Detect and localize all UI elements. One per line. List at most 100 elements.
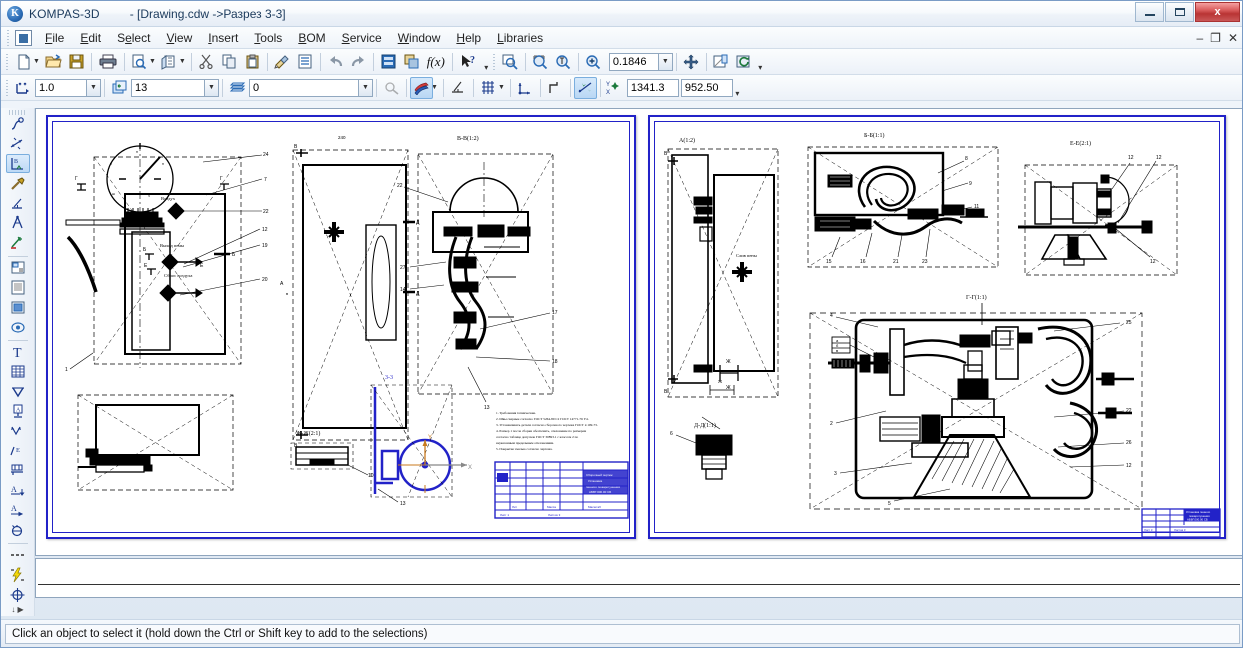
leader-tool[interactable] <box>6 422 30 441</box>
redraw-button[interactable] <box>710 51 733 73</box>
zoom-actual-button[interactable] <box>552 51 575 73</box>
lightning-tool[interactable] <box>6 565 30 584</box>
drawing-sheet-left[interactable]: н п п ш ч Воздух Выход пены Сброс воздух… <box>46 115 636 539</box>
designations-tool[interactable]: B <box>5 154 30 174</box>
pan-button[interactable] <box>680 51 703 73</box>
surface-marker-tool[interactable]: E <box>6 442 30 461</box>
line-style-input[interactable]: 0 <box>249 78 359 97</box>
spec-object-tool[interactable] <box>6 318 30 337</box>
restrictions-button[interactable] <box>380 77 403 99</box>
parametric-tool[interactable] <box>6 194 30 213</box>
minimize-button[interactable] <box>1135 2 1164 22</box>
line-style-button[interactable] <box>226 77 249 99</box>
model-tree-button[interactable] <box>400 51 423 73</box>
axis-center-tool[interactable] <box>6 585 30 604</box>
toolbar-overflow-button[interactable]: ▾ <box>482 52 491 72</box>
scale-dropdown[interactable]: ▼ <box>87 78 101 97</box>
measure-tool[interactable] <box>6 214 30 233</box>
svg-text:Слив пены: Слив пены <box>736 253 757 258</box>
weld-seam-tool[interactable] <box>6 521 30 540</box>
menu-gripper[interactable] <box>5 29 11 46</box>
library-manager-button[interactable] <box>377 51 400 73</box>
menu-insert[interactable]: Insert <box>200 28 246 48</box>
mdi-restore-button[interactable]: ❐ <box>1210 31 1221 45</box>
page-setup-button[interactable] <box>158 51 181 73</box>
view-toolbar-overflow-button[interactable]: ▾ <box>756 52 765 72</box>
mdi-close-button[interactable]: ✕ <box>1228 31 1238 45</box>
drawing-canvas[interactable]: н п п ш ч Воздух Выход пены Сброс воздух… <box>35 108 1242 556</box>
local-cs-button[interactable] <box>514 77 537 99</box>
menu-edit[interactable]: Edit <box>72 28 109 48</box>
line-style-dropdown[interactable]: ▼ <box>359 78 373 97</box>
menu-bom[interactable]: BOM <box>290 28 333 48</box>
current-state-overflow-button[interactable]: ▾ <box>733 78 742 98</box>
step-button[interactable] <box>544 77 567 99</box>
cursor-coordinates-button[interactable]: Y X <box>604 77 627 99</box>
tools-panel-scroll[interactable]: ↓ ▶ <box>11 605 23 616</box>
print-preview-button[interactable] <box>128 51 151 73</box>
cursor-y-input[interactable]: 952.50 <box>680 78 733 97</box>
zoom-to-fit-button[interactable] <box>499 51 522 73</box>
menu-view[interactable]: View <box>158 28 200 48</box>
perpendicular-button[interactable] <box>447 77 470 99</box>
maximize-button[interactable] <box>1165 2 1194 22</box>
menu-help[interactable]: Help <box>448 28 489 48</box>
properties-button[interactable] <box>294 51 317 73</box>
text-tool[interactable]: T <box>6 343 30 362</box>
properties-bar[interactable] <box>35 558 1242 598</box>
section-letter-tool[interactable]: A <box>6 481 30 500</box>
table-tool[interactable] <box>6 362 30 381</box>
standard-toolbar-gripper[interactable] <box>4 53 10 70</box>
zoom-in-button[interactable] <box>582 51 605 73</box>
zoom-level-dropdown[interactable]: ▼ <box>658 52 673 71</box>
layer-dropdown[interactable]: ▼ <box>205 78 219 97</box>
menu-service[interactable]: Service <box>334 28 390 48</box>
redo-button[interactable] <box>347 51 370 73</box>
format-painter-button[interactable] <box>271 51 294 73</box>
current-state-gripper[interactable] <box>4 79 10 96</box>
hatch-tool[interactable] <box>6 174 30 193</box>
menu-select[interactable]: Select <box>109 28 158 48</box>
snap-points-button[interactable] <box>573 76 597 99</box>
open-document-button[interactable] <box>42 51 65 73</box>
paste-button[interactable] <box>241 51 264 73</box>
mdi-minimize-button[interactable]: – <box>1196 31 1203 45</box>
insert-fragment-tool[interactable] <box>6 258 30 277</box>
drawing-sheet-right[interactable]: А(1:2) Слив пены Ж Ж В В Б-Б(1:1) 8 9 11… <box>648 115 1226 539</box>
curve-point-button[interactable] <box>12 77 35 99</box>
menu-tools[interactable]: Tools <box>246 28 290 48</box>
zoom-window-button[interactable] <box>529 51 552 73</box>
dimensions-tool[interactable] <box>6 135 30 154</box>
layer-input[interactable]: 13 <box>131 78 205 97</box>
cut-button[interactable] <box>195 51 218 73</box>
position-line-tool[interactable] <box>6 461 30 480</box>
context-help-button[interactable]: ? <box>456 51 482 73</box>
new-document-button[interactable] <box>12 51 35 73</box>
edit-tool[interactable] <box>6 234 30 253</box>
roughness-tool[interactable] <box>6 382 30 401</box>
menu-file[interactable]: File <box>37 28 72 48</box>
grid-button[interactable] <box>477 77 500 99</box>
menu-libraries[interactable]: Libraries <box>489 28 551 48</box>
save-document-button[interactable] <box>65 51 88 73</box>
view-toolbar-gripper[interactable] <box>490 53 497 70</box>
close-button[interactable]: x <box>1195 2 1240 22</box>
cursor-x-input[interactable]: 1341.3 <box>626 78 679 97</box>
variables-button[interactable]: f(x) <box>423 51 449 73</box>
menu-window[interactable]: Window <box>390 28 449 48</box>
properties-bar-field[interactable] <box>38 561 1240 585</box>
dashed-line-tool[interactable] <box>6 546 30 565</box>
undo-button[interactable] <box>324 51 347 73</box>
insert-view-tool[interactable] <box>6 278 30 297</box>
layer-manager-button[interactable] <box>108 77 131 99</box>
refresh-view-button[interactable] <box>733 51 756 73</box>
scale-input[interactable]: 1.0 <box>35 78 87 97</box>
arrow-view-tool[interactable]: A <box>6 501 30 520</box>
copy-button[interactable] <box>218 51 241 73</box>
base-tool[interactable]: A <box>6 402 30 421</box>
print-button[interactable] <box>95 51 121 73</box>
line-color-button[interactable] <box>410 76 433 99</box>
geometry-tool[interactable] <box>6 115 30 134</box>
zoom-level-input[interactable]: 0.1846 <box>608 52 659 71</box>
insert-object-tool[interactable] <box>6 298 30 317</box>
